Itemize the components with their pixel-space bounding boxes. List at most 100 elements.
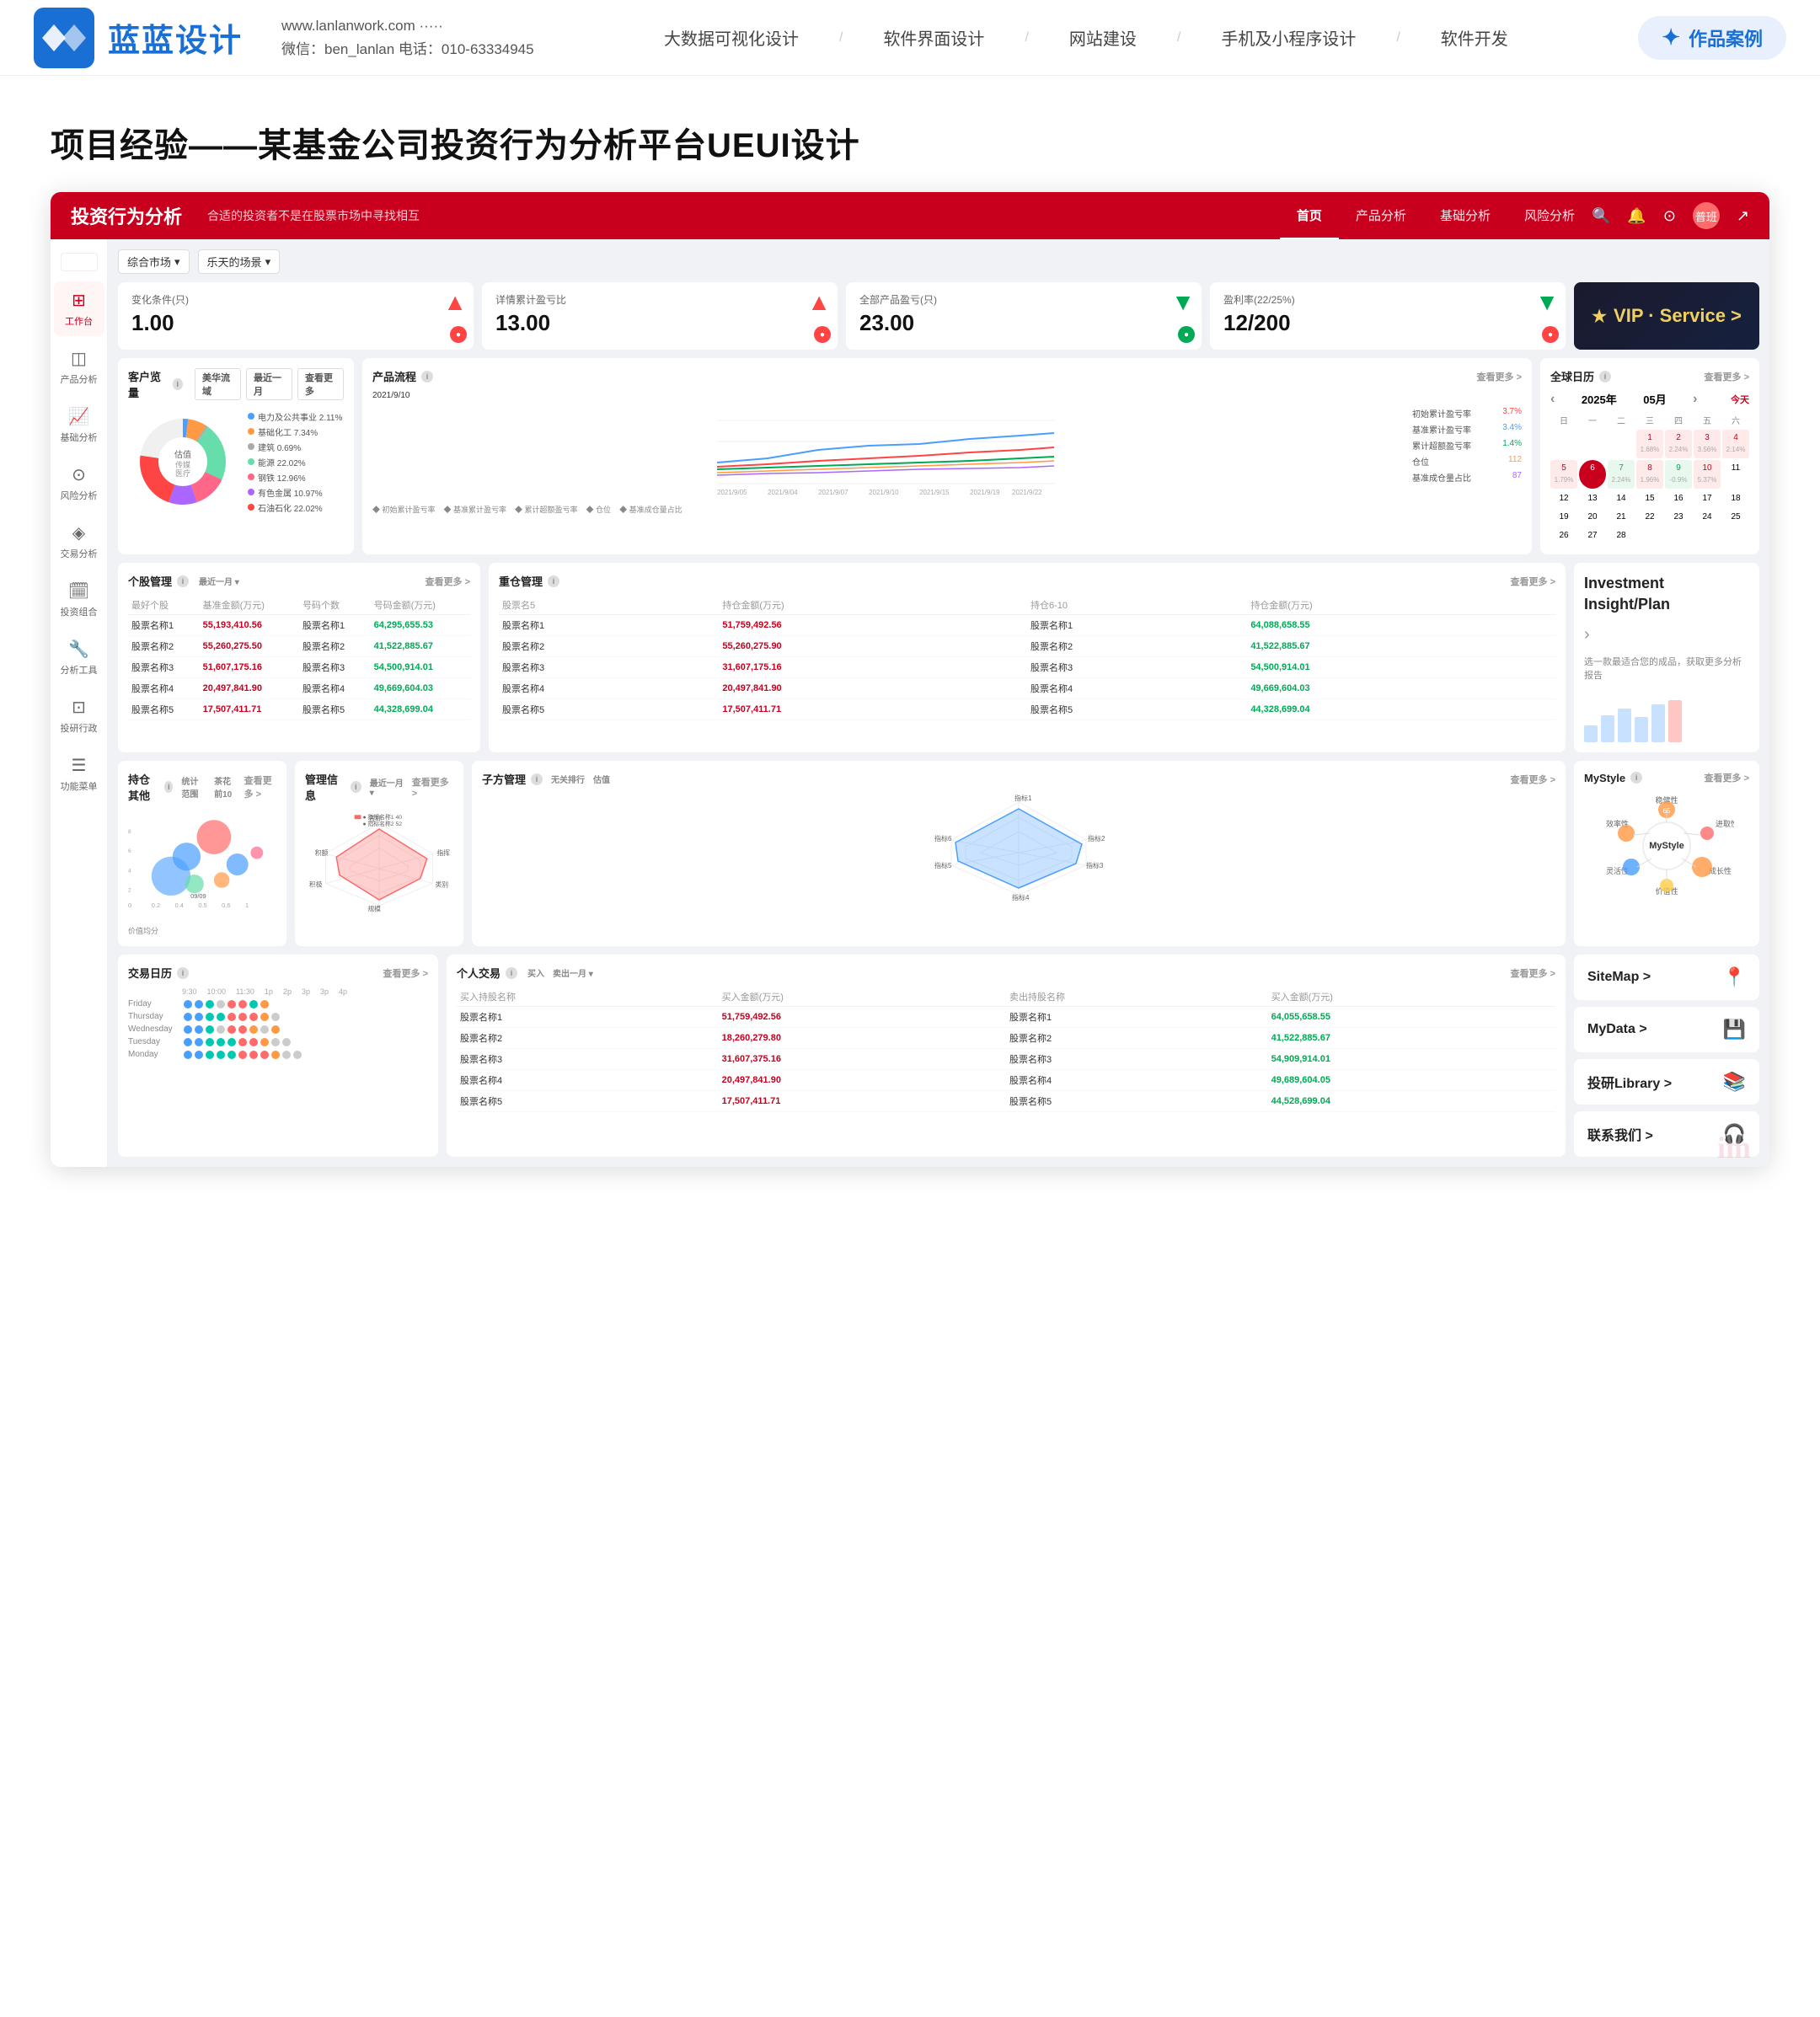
cal-cell-24[interactable]: 24 xyxy=(1694,509,1721,526)
notification-icon[interactable]: 🔔 xyxy=(1627,207,1646,225)
vip-card[interactable]: ★ VIP · Service > xyxy=(1574,282,1759,350)
exit-icon[interactable]: ↗ xyxy=(1737,207,1749,225)
svg-text:0: 0 xyxy=(128,901,131,909)
contact-details: 微信：ben_lanlan 电话：010-63334945 xyxy=(281,38,534,61)
mydata-card[interactable]: MyData > 💾 xyxy=(1574,1007,1759,1052)
portfolio-button[interactable]: ✦ 作品案例 xyxy=(1638,16,1786,60)
sidebar-item-workbench[interactable]: ⊞ 工作台 xyxy=(54,281,104,336)
cal-cell-18[interactable]: 18 xyxy=(1722,490,1749,507)
cal-cell-28[interactable]: 28 xyxy=(1608,527,1635,544)
cal-cell-17[interactable]: 17 xyxy=(1694,490,1721,507)
cal-cell-13[interactable]: 13 xyxy=(1579,490,1606,507)
cal-cell-today[interactable]: 6 xyxy=(1579,460,1606,489)
sidebar-item-menu[interactable]: ☰ 功能菜单 xyxy=(54,746,104,801)
dash-nav-product[interactable]: 产品分析 xyxy=(1339,192,1423,239)
cal-cell-9[interactable]: 9-0.9% xyxy=(1665,460,1692,489)
cal-cell[interactable] xyxy=(1579,430,1606,458)
cal-cell-23[interactable]: 23 xyxy=(1665,509,1692,526)
library-card[interactable]: 投研Library > 📚 xyxy=(1574,1059,1759,1105)
mystyle-more[interactable]: 查看更多 > xyxy=(1705,771,1749,784)
cal-prev[interactable]: ‹ xyxy=(1550,392,1555,407)
portfolio-side-icon: 🗓 xyxy=(68,580,89,602)
hold-filter-2[interactable]: 茶花前10 xyxy=(214,774,239,800)
dash-nav-home[interactable]: 首页 xyxy=(1280,192,1339,239)
cal-cell-19[interactable]: 19 xyxy=(1550,509,1577,526)
cal-cell-22[interactable]: 22 xyxy=(1636,509,1663,526)
cal-cell-12[interactable]: 12 xyxy=(1550,490,1577,507)
cal-cell-27[interactable]: 27 xyxy=(1579,527,1606,544)
cal-cell-8[interactable]: 81.96% xyxy=(1636,460,1663,489)
nav-item-web[interactable]: 网站建设 xyxy=(1069,25,1137,50)
pos-more[interactable]: 查看更多 > xyxy=(1511,575,1555,588)
indiv-filter[interactable]: 最近一月 ▾ xyxy=(199,575,239,587)
scene-select[interactable]: 乐天的场景 ▾ xyxy=(198,249,281,274)
settings-icon[interactable]: ⊙ xyxy=(1663,207,1676,225)
filter-more[interactable]: 查看更多 xyxy=(297,368,344,400)
cal-cell-16[interactable]: 16 xyxy=(1665,490,1692,507)
cal-cell-5[interactable]: 51.79% xyxy=(1550,460,1577,489)
sub-filter-2[interactable]: 估值 xyxy=(593,773,610,785)
dash-nav-risk[interactable]: 风险分析 xyxy=(1507,192,1592,239)
cal-cell-14[interactable]: 14 xyxy=(1608,490,1635,507)
cal-cell-3[interactable]: 33.56% xyxy=(1694,430,1721,458)
sitemap-card[interactable]: SiteMap > 📍 xyxy=(1574,955,1759,1000)
sub-filter-1[interactable]: 无关排行 xyxy=(551,773,585,785)
sub-more[interactable]: 查看更多 > xyxy=(1511,773,1555,786)
cal-cell[interactable] xyxy=(1665,527,1692,544)
cal-cell-20[interactable]: 20 xyxy=(1579,509,1606,526)
cal-cell-21[interactable]: 21 xyxy=(1608,509,1635,526)
cal-today-btn[interactable]: 今天 xyxy=(1731,393,1749,406)
trade-cal-more[interactable]: 查看更多 > xyxy=(383,966,428,980)
trade-filter-1[interactable]: 买入 xyxy=(527,966,544,979)
sidebar-item-trade[interactable]: ◈ 交易分析 xyxy=(54,514,104,569)
insight-arrow[interactable]: › xyxy=(1584,625,1749,645)
hold-filter-1[interactable]: 统计范围 xyxy=(181,774,206,800)
sidebar-item-research[interactable]: ⊡ 投研行政 xyxy=(54,688,104,743)
filter-beauty[interactable]: 美华流域 xyxy=(195,368,241,400)
nav-item-dev[interactable]: 软件开发 xyxy=(1441,25,1508,50)
manage-filter[interactable]: 最近一月 ▾ xyxy=(370,776,407,798)
sidebar-item-risk[interactable]: ⊙ 风险分析 xyxy=(54,456,104,511)
trade-more[interactable]: 查看更多 > xyxy=(1511,966,1555,980)
sidebar-item-portfolio[interactable]: 🗓 投资组合 xyxy=(54,572,104,627)
hold-more[interactable]: 查看更多 > xyxy=(244,773,276,800)
sidebar-item-tools[interactable]: 🔧 分析工具 xyxy=(54,630,104,685)
sidebar-search[interactable] xyxy=(61,253,98,271)
cal-cell[interactable] xyxy=(1608,430,1635,458)
sidebar-item-basic[interactable]: 📈 基础分析 xyxy=(54,398,104,452)
sidebar-item-product[interactable]: ◫ 产品分析 xyxy=(54,340,104,394)
cal-next[interactable]: › xyxy=(1693,392,1697,407)
cal-more[interactable]: 查看更多 > xyxy=(1705,370,1749,383)
cal-cell[interactable] xyxy=(1550,430,1577,458)
cal-cell-4[interactable]: 42.14% xyxy=(1722,430,1749,458)
manage-more[interactable]: 查看更多 > xyxy=(412,775,453,799)
table-row: 股票名称331,607,375.16 股票名称354,909,914.01 xyxy=(457,1049,1555,1070)
cal-cell[interactable] xyxy=(1636,527,1663,544)
dash-nav-basic[interactable]: 基础分析 xyxy=(1423,192,1507,239)
cal-sub: 3.56% xyxy=(1698,446,1717,453)
product-more[interactable]: 查看更多 > xyxy=(1477,370,1522,383)
cal-sub: 2.24% xyxy=(1612,476,1631,484)
cal-cell-11[interactable]: 11 xyxy=(1722,460,1749,489)
cal-cell-1[interactable]: 11.68% xyxy=(1636,430,1663,458)
nav-item-dataviz[interactable]: 大数据可视化设计 xyxy=(664,25,799,50)
pos-col-1: 股票名5 xyxy=(499,596,719,615)
filter-month[interactable]: 最近一月 xyxy=(246,368,292,400)
cal-cell[interactable] xyxy=(1694,527,1721,544)
cal-cell-2[interactable]: 22.24% xyxy=(1665,430,1692,458)
cal-cell-10[interactable]: 105.37% xyxy=(1694,460,1721,489)
search-icon[interactable]: 🔍 xyxy=(1592,207,1610,225)
cal-cell-26[interactable]: 26 xyxy=(1550,527,1577,544)
nav-item-mobile[interactable]: 手机及小程序设计 xyxy=(1221,25,1356,50)
cal-cell-25[interactable]: 25 xyxy=(1722,509,1749,526)
contact-card[interactable]: 联系我们 > 🎧 im xyxy=(1574,1111,1759,1157)
user-avatar[interactable]: 普班 xyxy=(1693,202,1720,229)
svg-text:0.2: 0.2 xyxy=(152,901,160,909)
nav-item-software[interactable]: 软件界面设计 xyxy=(883,25,984,50)
market-select[interactable]: 综合市场 ▾ xyxy=(118,249,190,274)
cal-cell-15[interactable]: 15 xyxy=(1636,490,1663,507)
cal-cell[interactable] xyxy=(1722,527,1749,544)
cal-cell-7[interactable]: 72.24% xyxy=(1608,460,1635,489)
indiv-more[interactable]: 查看更多 > xyxy=(426,575,470,588)
trade-filter-2[interactable]: 卖出一月 ▾ xyxy=(553,966,593,979)
